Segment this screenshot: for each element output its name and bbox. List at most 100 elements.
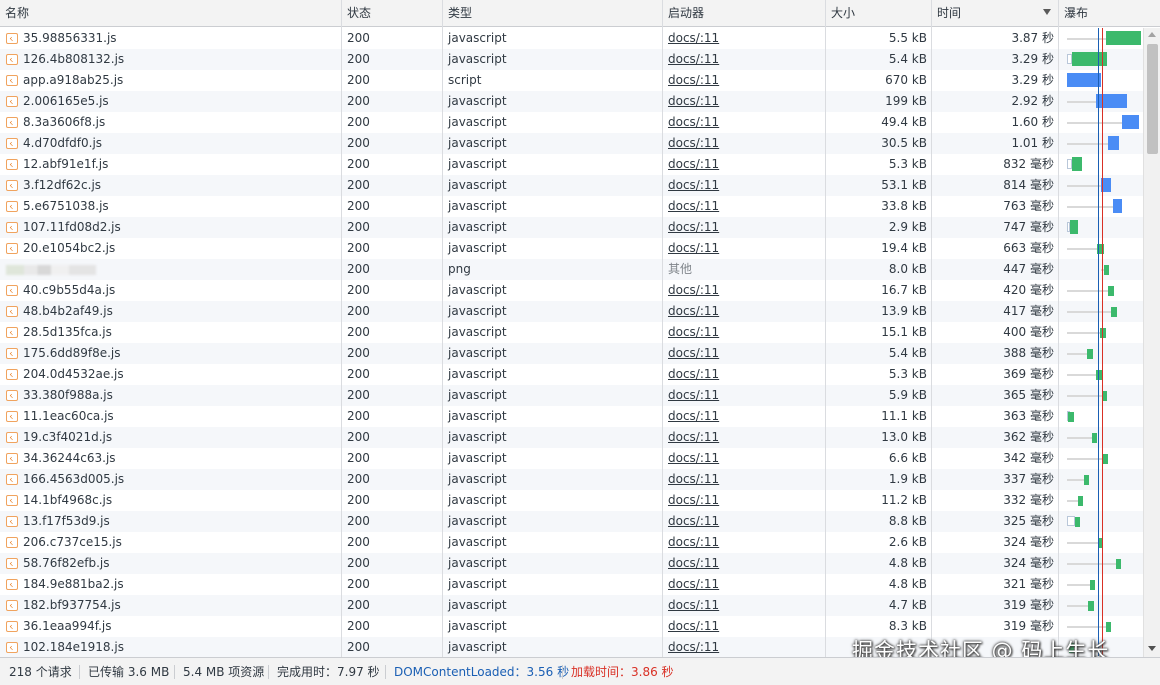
cell-name[interactable]: 13.f17f53d9.js: [0, 511, 340, 532]
table-row[interactable]: 40.c9b55d4a.js 200 javascript docs/:11 16.7 …: [0, 280, 1143, 301]
cell-initiator[interactable]: docs/:11: [663, 448, 825, 469]
cell-name[interactable]: 58.76f82efb.js: [0, 553, 340, 574]
table-row[interactable]: 182.bf937754.js 200 javascript docs/:11 4.7 …: [0, 595, 1143, 616]
cell-name[interactable]: 184.9e881ba2.js: [0, 574, 340, 595]
table-row[interactable]: 206.c737ce15.js 200 javascript docs/:11 2.6 …: [0, 532, 1143, 553]
cell-initiator[interactable]: docs/:11: [663, 343, 825, 364]
table-row[interactable]: 175.6dd89f8e.js 200 javascript docs/:11 5.4 …: [0, 343, 1143, 364]
waterfall-bar[interactable]: [1100, 328, 1106, 338]
waterfall-bar[interactable]: [1090, 580, 1095, 590]
cell-initiator[interactable]: docs/:11: [663, 217, 825, 238]
column-header-size[interactable]: 大小: [826, 0, 931, 27]
table-row[interactable]: 11.1eac60ca.js 200 javascript docs/:11 11.1 …: [0, 406, 1143, 427]
waterfall-bar[interactable]: [1113, 199, 1122, 213]
cell-name[interactable]: 102.184e1918.js: [0, 637, 340, 657]
table-row[interactable]: 19.c3f4021d.js 200 javascript docs/:11 13.0 …: [0, 427, 1143, 448]
cell-name[interactable]: 14.1bf4968c.js: [0, 490, 340, 511]
vertical-scrollbar[interactable]: [1143, 28, 1160, 657]
cell-initiator[interactable]: docs/:11: [663, 301, 825, 322]
scroll-down-icon[interactable]: [1148, 646, 1156, 651]
cell-initiator[interactable]: docs/:11: [663, 91, 825, 112]
column-header-type[interactable]: 类型: [443, 0, 661, 27]
waterfall-bar[interactable]: [1078, 496, 1083, 506]
column-header-status[interactable]: 状态: [342, 0, 442, 27]
cell-initiator[interactable]: docs/:11: [663, 553, 825, 574]
cell-name[interactable]: 126.4b808132.js: [0, 49, 340, 70]
waterfall-bar[interactable]: [1111, 307, 1117, 317]
cell-initiator[interactable]: docs/:11: [663, 112, 825, 133]
cell-name[interactable]: 4.d70dfdf0.js: [0, 133, 340, 154]
cell-name[interactable]: 36.1eaa994f.js: [0, 616, 340, 637]
cell-initiator[interactable]: docs/:11: [663, 469, 825, 490]
table-row[interactable]: 5.e6751038.js 200 javascript docs/:11 33.8 k…: [0, 196, 1143, 217]
cell-initiator[interactable]: docs/:11: [663, 133, 825, 154]
cell-name[interactable]: 3.f12df62c.js: [0, 175, 340, 196]
column-header-waterfall[interactable]: 瀑布: [1059, 0, 1143, 27]
waterfall-bar[interactable]: [1068, 412, 1074, 422]
table-row[interactable]: 48.b4b2af49.js 200 javascript docs/:11 13.9 …: [0, 301, 1143, 322]
cell-initiator[interactable]: docs/:11: [663, 595, 825, 616]
table-row[interactable]: 13.f17f53d9.js 200 javascript docs/:11 8.8 k…: [0, 511, 1143, 532]
cell-name[interactable]: 28.5d135fca.js: [0, 322, 340, 343]
cell-name[interactable]: 35.98856331.js: [0, 28, 340, 49]
waterfall-bar[interactable]: [1070, 220, 1078, 234]
cell-initiator[interactable]: docs/:11: [663, 385, 825, 406]
table-row[interactable]: 4.d70dfdf0.js 200 javascript docs/:11 30.5 k…: [0, 133, 1143, 154]
cell-name[interactable]: 204.0d4532ae.js: [0, 364, 340, 385]
waterfall-bar[interactable]: [1067, 73, 1101, 87]
scrollbar-thumb[interactable]: [1147, 44, 1158, 154]
waterfall-bar[interactable]: [1075, 517, 1080, 527]
waterfall-bar[interactable]: [1106, 622, 1111, 632]
cell-name[interactable]: 8.3a3606f8.js: [0, 112, 340, 133]
column-divider[interactable]: [825, 0, 826, 657]
cell-name[interactable]: 206.c737ce15.js: [0, 532, 340, 553]
waterfall-bar[interactable]: [1116, 559, 1121, 569]
cell-name[interactable]: 107.11fd08d2.js: [0, 217, 340, 238]
cell-name[interactable]: 40.c9b55d4a.js: [0, 280, 340, 301]
cell-initiator[interactable]: docs/:11: [663, 364, 825, 385]
waterfall-bar[interactable]: [1108, 136, 1119, 150]
table-row[interactable]: 126.4b808132.js 200 javascript docs/:11 5.4 …: [0, 49, 1143, 70]
sort-descending-icon[interactable]: [1043, 9, 1051, 15]
table-row[interactable]: 14.1bf4968c.js 200 javascript docs/:11 11.2 …: [0, 490, 1143, 511]
cell-name[interactable]: 182.bf937754.js: [0, 595, 340, 616]
cell-initiator[interactable]: docs/:11: [663, 238, 825, 259]
table-row[interactable]: app.a918ab25.js 200 script docs/:11 670 kB 3.…: [0, 70, 1143, 91]
table-row[interactable]: 33.380f988a.js 200 javascript docs/:11 5.9 k…: [0, 385, 1143, 406]
table-row[interactable]: 12.abf91e1f.js 200 javascript docs/:11 5.3 k…: [0, 154, 1143, 175]
cell-name[interactable]: 12.abf91e1f.js: [0, 154, 340, 175]
column-header-name[interactable]: 名称: [0, 0, 340, 27]
waterfall-bar[interactable]: [1096, 94, 1127, 108]
table-row[interactable]: 35.98856331.js 200 javascript docs/:11 5.5 k…: [0, 28, 1143, 49]
cell-name[interactable]: 2.006165e5.js: [0, 91, 340, 112]
cell-name[interactable]: 33.380f988a.js: [0, 385, 340, 406]
cell-initiator[interactable]: docs/:11: [663, 28, 825, 49]
cell-name[interactable]: 48.b4b2af49.js: [0, 301, 340, 322]
cell-initiator[interactable]: docs/:11: [663, 196, 825, 217]
table-row[interactable]: 184.9e881ba2.js 200 javascript docs/:11 4.8 …: [0, 574, 1143, 595]
column-divider[interactable]: [341, 0, 342, 657]
cell-initiator[interactable]: docs/:11: [663, 490, 825, 511]
cell-initiator[interactable]: docs/:11: [663, 322, 825, 343]
cell-initiator[interactable]: docs/:11: [663, 511, 825, 532]
cell-initiator[interactable]: docs/:11: [663, 406, 825, 427]
cell-name[interactable]: 5.e6751038.js: [0, 196, 340, 217]
cell-name[interactable]: app.a918ab25.js: [0, 70, 340, 91]
cell-initiator[interactable]: docs/:11: [663, 280, 825, 301]
table-row[interactable]: 200 png 其他 8.0 kB 447 毫秒: [0, 259, 1143, 280]
cell-initiator[interactable]: docs/:11: [663, 175, 825, 196]
table-row[interactable]: 36.1eaa994f.js 200 javascript docs/:11 8.3 k…: [0, 616, 1143, 637]
cell-name[interactable]: 11.1eac60ca.js: [0, 406, 340, 427]
cell-name[interactable]: [0, 259, 340, 280]
waterfall-bar[interactable]: [1104, 265, 1109, 275]
cell-name[interactable]: 19.c3f4021d.js: [0, 427, 340, 448]
table-row[interactable]: 28.5d135fca.js 200 javascript docs/:11 15.1 …: [0, 322, 1143, 343]
column-divider[interactable]: [1058, 0, 1059, 657]
table-row[interactable]: 3.f12df62c.js 200 javascript docs/:11 53.1 k…: [0, 175, 1143, 196]
waterfall-bar[interactable]: [1092, 433, 1097, 443]
column-divider[interactable]: [442, 0, 443, 657]
cell-initiator[interactable]: docs/:11: [663, 49, 825, 70]
table-row[interactable]: 204.0d4532ae.js 200 javascript docs/:11 5.3 …: [0, 364, 1143, 385]
cell-initiator[interactable]: docs/:11: [663, 574, 825, 595]
table-row[interactable]: 2.006165e5.js 200 javascript docs/:11 199 kB…: [0, 91, 1143, 112]
